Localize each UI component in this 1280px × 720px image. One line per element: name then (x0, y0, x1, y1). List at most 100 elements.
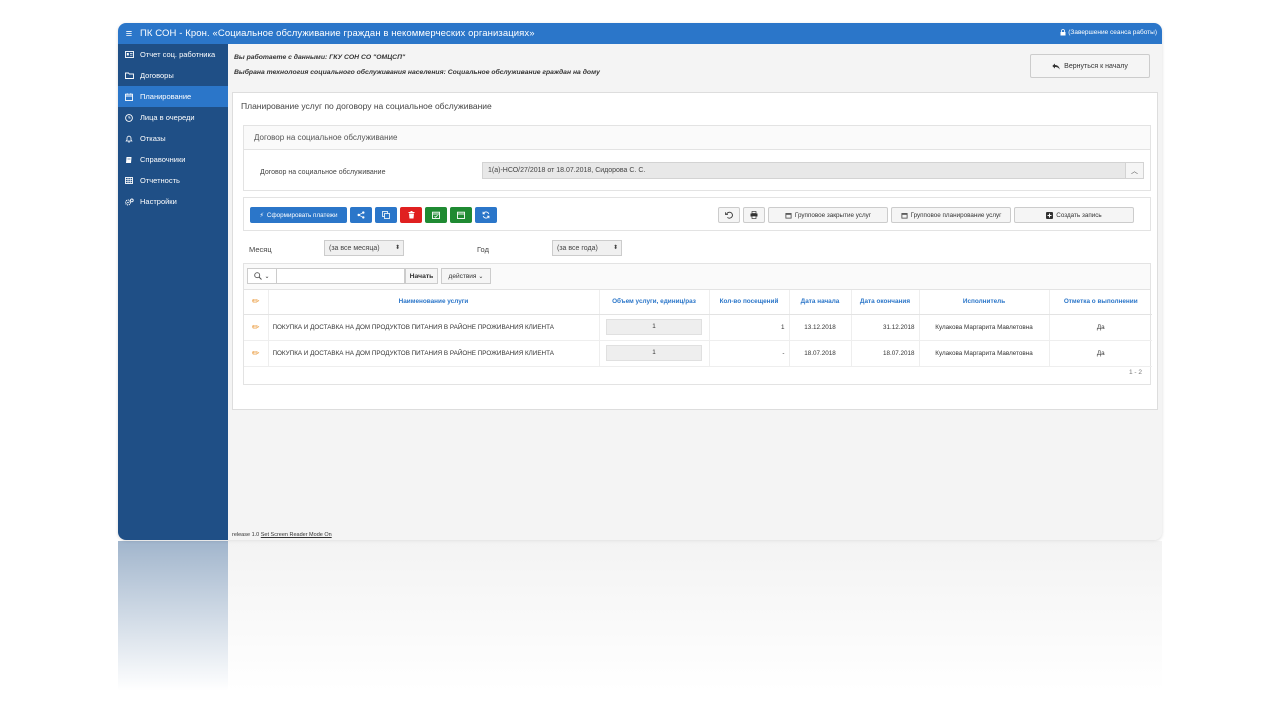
sidebar-item-planning[interactable]: Планирование (118, 86, 228, 107)
sidebar-item-label: Отчет соц. работника (140, 50, 216, 59)
print-button[interactable] (743, 207, 765, 223)
screen-reader-link[interactable]: Set Screen Reader Mode On (261, 532, 332, 538)
create-record-button[interactable]: Создать запись (1014, 207, 1134, 223)
sidebar-item-reporting[interactable]: Отчетность (118, 170, 228, 191)
refresh-button[interactable] (475, 207, 497, 223)
volume-cell: 1 (599, 340, 710, 367)
sidebar: Отчет соц. работника Договоры Планирован… (118, 44, 228, 540)
start-search-button[interactable]: Начать (405, 268, 438, 284)
calendar-check-icon (432, 211, 440, 219)
sidebar-item-settings[interactable]: Настройки (118, 191, 228, 212)
clock-icon (124, 113, 134, 123)
app-title: ПК СОН - Крон. «Социальное обслуживание … (140, 28, 535, 39)
month-select[interactable]: (за все месяца) ⬍ (324, 240, 404, 256)
gears-icon (124, 197, 134, 207)
sidebar-item-contracts[interactable]: Договоры (118, 65, 228, 86)
sidebar-item-label: Договоры (140, 71, 174, 80)
top-bar: ≡ ПК СОН - Крон. «Социальное обслуживани… (118, 23, 1162, 44)
contract-select[interactable]: 1(а)-НСО/27/2018 от 18.07.2018, Сидорова… (482, 162, 1144, 179)
contract-value: 1(а)-НСО/27/2018 от 18.07.2018, Сидорова… (488, 167, 646, 174)
share-icon (357, 211, 365, 219)
calendar-icon (785, 212, 792, 219)
spinner-arrows-icon: ⬍ (394, 245, 400, 251)
actions-dropdown[interactable]: действия ⌄ (441, 268, 491, 284)
column-header[interactable]: Исполнитель (919, 290, 1050, 315)
menu-icon[interactable]: ≡ (118, 28, 140, 40)
sidebar-item-refusals[interactable]: Отказы (118, 128, 228, 149)
sidebar-item-label: Справочники (140, 155, 186, 164)
actions-label: действия (448, 272, 477, 280)
start-date-cell: 13.12.2018 (789, 314, 852, 341)
undo-button[interactable] (718, 207, 740, 223)
year-select[interactable]: (за все года) ⬍ (552, 240, 622, 256)
plus-square-icon (1046, 211, 1054, 219)
group-plan-button[interactable]: Групповое планирование услуг (891, 207, 1011, 223)
toolbar: ⚡ Сформировать платежи Групповое закрыти… (243, 197, 1151, 231)
generate-payments-button[interactable]: ⚡ Сформировать платежи (250, 207, 347, 223)
end-date-cell: 18.07.2018 (851, 340, 920, 367)
logout-label: (Завершение сеанса работы) (1068, 29, 1157, 36)
services-table: ✏ Наименование услуги Объем услуги, един… (244, 290, 1152, 367)
calendar-button[interactable] (450, 207, 472, 223)
done-cell: Да (1049, 340, 1152, 367)
visits-cell: 1 (709, 314, 790, 341)
print-icon (750, 211, 758, 219)
reflection-main (228, 541, 1162, 691)
id-card-icon (124, 50, 134, 60)
table-row[interactable]: ✏ ПОКУПКА И ДОСТАВКА НА ДОМ ПРОДУКТОВ ПИ… (244, 314, 1152, 341)
service-name-cell: ПОКУПКА И ДОСТАВКА НА ДОМ ПРОДУКТОВ ПИТА… (268, 314, 600, 341)
technology-text: Выбрана технология социального обслужива… (234, 69, 600, 76)
month-value: (за все месяца) (329, 244, 380, 252)
edit-row-button[interactable]: ✏ (244, 314, 269, 341)
service-name-cell: ПОКУПКА И ДОСТАВКА НА ДОМ ПРОДУКТОВ ПИТА… (268, 340, 600, 367)
reflection-sidebar (118, 541, 228, 691)
column-header[interactable]: Дата начала (789, 290, 852, 315)
column-header[interactable]: Кол-во посещений (709, 290, 790, 315)
app-window: ≡ ПК СОН - Крон. «Социальное обслуживани… (118, 23, 1162, 540)
bell-icon (124, 134, 134, 144)
copy-icon (382, 211, 390, 219)
calendar-check-button[interactable] (425, 207, 447, 223)
table-row[interactable]: ✏ ПОКУПКА И ДОСТАВКА НА ДОМ ПРОДУКТОВ ПИ… (244, 340, 1152, 367)
calendar-icon (124, 92, 134, 102)
group-close-button[interactable]: Групповое закрытие услуг (768, 207, 888, 223)
column-header[interactable]: Объем услуги, единиц/раз (599, 290, 710, 315)
search-options-button[interactable]: ⌄ (247, 268, 277, 284)
sidebar-item-label: Отказы (140, 134, 166, 143)
contract-label: Договор на социальное обслуживание (260, 169, 386, 176)
contract-section: Договор на социальное обслуживание Догов… (243, 125, 1151, 191)
copy-button[interactable] (375, 207, 397, 223)
column-header[interactable]: Отметка о выполнении (1049, 290, 1152, 315)
edit-row-button[interactable]: ✏ (244, 340, 269, 367)
volume-cell: 1 (599, 314, 710, 341)
sidebar-item-worker-report[interactable]: Отчет соц. работника (118, 44, 228, 65)
share-button[interactable] (350, 207, 372, 223)
sidebar-item-label: Отчетность (140, 176, 180, 185)
year-value: (за все года) (557, 244, 598, 252)
chevron-up-icon[interactable]: ︿ (1125, 163, 1143, 178)
group-plan-label: Групповое планирование услуг (910, 211, 1002, 219)
refresh-icon (482, 211, 490, 219)
executor-cell: Кулакова Маргарита Мавлетовна (919, 340, 1050, 367)
pencil-icon: ✏ (251, 347, 260, 358)
chevron-down-icon: ⌄ (264, 273, 270, 280)
panel-title: Планирование услуг по договору на социал… (241, 101, 492, 111)
done-cell: Да (1049, 314, 1152, 341)
volume-value: 1 (606, 319, 702, 335)
year-label: Год (477, 245, 489, 254)
sidebar-item-queue[interactable]: Лица в очереди (118, 107, 228, 128)
column-header[interactable]: Наименование услуги (268, 290, 600, 315)
logout-link[interactable]: (Завершение сеанса работы) (1060, 29, 1157, 36)
grid-toolbar: ⌄ Начать действия ⌄ (244, 264, 1150, 290)
search-input[interactable] (277, 268, 405, 284)
sidebar-item-label: Лица в очереди (140, 113, 195, 122)
delete-button[interactable] (400, 207, 422, 223)
table-icon (124, 176, 134, 186)
column-header[interactable]: Дата окончания (851, 290, 920, 315)
table-header-row: ✏ Наименование услуги Объем услуги, един… (244, 290, 1152, 315)
spinner-arrows-icon: ⬍ (612, 245, 618, 251)
reply-icon (1052, 63, 1060, 69)
create-record-label: Создать запись (1056, 211, 1102, 219)
back-to-start-button[interactable]: Вернуться к началу (1030, 54, 1150, 78)
sidebar-item-references[interactable]: Справочники (118, 149, 228, 170)
